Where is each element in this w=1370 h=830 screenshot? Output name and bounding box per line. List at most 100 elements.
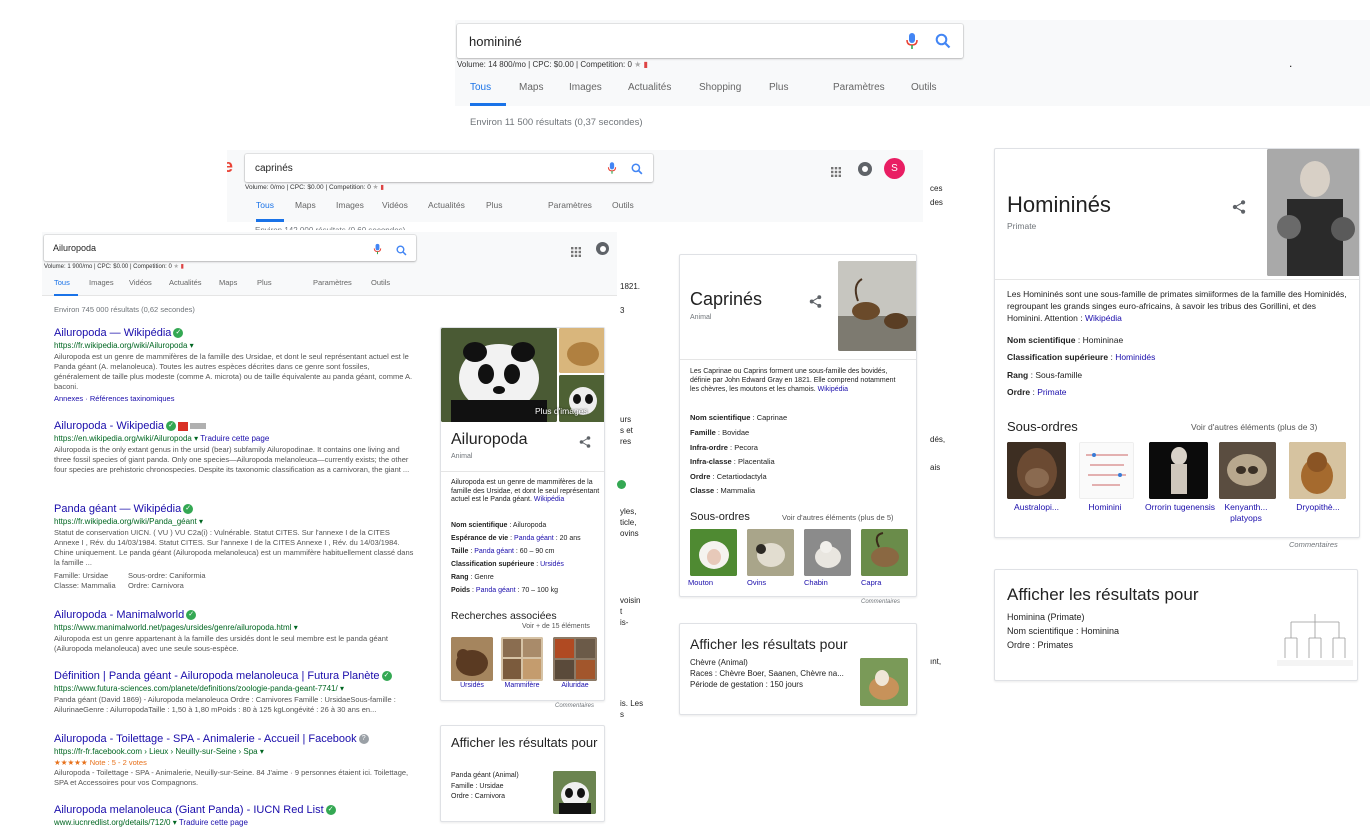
- search-box[interactable]: Ailuropoda: [44, 235, 416, 261]
- caret-down-icon[interactable]: ▾: [199, 517, 203, 526]
- search-input[interactable]: homininé: [469, 34, 905, 49]
- tab-images[interactable]: Images: [89, 278, 119, 296]
- panda-thumb-image[interactable]: [553, 771, 596, 814]
- result-fact[interactable]: Sous-ordre: Caniformia: [128, 571, 206, 580]
- tab-tous[interactable]: Tous: [256, 200, 284, 222]
- chabin-image[interactable]: [804, 529, 851, 576]
- sub-orders-more-link[interactable]: Voir d'autres éléments (plus de 3): [1191, 422, 1317, 432]
- result-title[interactable]: Ailuropoda - Manimalworld: [54, 609, 184, 621]
- see-results-item-link[interactable]: Chèvre (Animal): [690, 658, 748, 667]
- result-url[interactable]: https://www.manimalworld.net/pages/ursid…: [54, 623, 291, 632]
- see-results-item-link[interactable]: Panda géant (Animal): [451, 772, 519, 779]
- tab-outils[interactable]: Outils: [371, 278, 390, 296]
- caret-down-icon[interactable]: ▾: [173, 818, 177, 827]
- tab-outils[interactable]: Outils: [612, 200, 634, 222]
- caret-down-icon[interactable]: ▾: [190, 341, 194, 350]
- result-url[interactable]: www.iucnredlist.org/details/712/0: [54, 818, 171, 827]
- trash-icon[interactable]: ▮: [181, 264, 184, 270]
- microphone-icon[interactable]: [607, 161, 617, 175]
- caret-down-icon[interactable]: ▾: [260, 747, 264, 756]
- sub-order-label[interactable]: Dryopithè...: [1286, 502, 1350, 512]
- tab-maps[interactable]: Maps: [519, 82, 557, 106]
- more-images-link[interactable]: Plus d'images: [535, 406, 588, 416]
- tab-actualites[interactable]: Actualités: [169, 278, 209, 296]
- result-fact[interactable]: Famille: Ursidae: [54, 571, 128, 580]
- tab-parametres[interactable]: Paramètres: [833, 82, 897, 106]
- kenyanthropus-image[interactable]: [1219, 442, 1276, 499]
- search-box[interactable]: caprinés: [245, 154, 653, 182]
- tab-plus[interactable]: Plus: [769, 82, 799, 106]
- sub-order-label[interactable]: Orrorin tugenensis: [1145, 502, 1215, 513]
- result-title[interactable]: Ailuropoda - Wikipedia: [54, 420, 164, 432]
- result-fact[interactable]: Ordre: Carnivora: [128, 581, 184, 590]
- tab-outils[interactable]: Outils: [911, 82, 937, 106]
- result-title[interactable]: Ailuropoda - Toilettage - SPA - Animaler…: [54, 733, 357, 745]
- goat-image[interactable]: [860, 658, 908, 706]
- search-icon[interactable]: [935, 33, 951, 49]
- sub-order-label[interactable]: Capra: [861, 578, 889, 587]
- microphone-icon[interactable]: [373, 242, 382, 255]
- tab-maps[interactable]: Maps: [295, 200, 325, 222]
- trash-icon[interactable]: ▮: [380, 184, 384, 191]
- star-icon[interactable]: ★: [634, 60, 641, 69]
- tab-parametres[interactable]: Paramètres: [548, 200, 602, 222]
- result-url[interactable]: https://fr-fr.facebook.com › Lieux › Neu…: [54, 747, 258, 756]
- tab-shopping[interactable]: Shopping: [699, 82, 757, 106]
- star-icon[interactable]: ★: [174, 264, 179, 270]
- sub-orders-more-link[interactable]: Voir d'autres éléments (plus de 5): [782, 513, 894, 522]
- related-mammifere-image[interactable]: [501, 637, 543, 681]
- see-results-item-link[interactable]: Hominina (Primate): [1007, 612, 1085, 622]
- mouton-image[interactable]: [690, 529, 737, 576]
- related-label[interactable]: Mammifère: [499, 682, 545, 689]
- caret-down-icon[interactable]: ▾: [294, 623, 298, 632]
- translate-link[interactable]: Traduire cette page: [179, 818, 248, 827]
- ovins-image[interactable]: [747, 529, 794, 576]
- caret-down-icon[interactable]: ▾: [340, 684, 344, 693]
- wikipedia-link[interactable]: Wikipédia: [1085, 313, 1122, 323]
- tab-tous[interactable]: Tous: [470, 82, 506, 106]
- tab-images[interactable]: Images: [336, 200, 372, 222]
- star-icon[interactable]: ★: [373, 184, 379, 191]
- tab-parametres[interactable]: Paramètres: [313, 278, 361, 296]
- panda-thumb-image[interactable]: [559, 328, 604, 373]
- hominini-image[interactable]: [1079, 442, 1134, 499]
- search-icon[interactable]: [631, 162, 643, 175]
- search-input[interactable]: caprinés: [255, 163, 607, 174]
- tab-maps[interactable]: Maps: [219, 278, 243, 296]
- notifications-icon[interactable]: [596, 242, 609, 255]
- microphone-icon[interactable]: [905, 32, 919, 50]
- result-title[interactable]: Définition | Panda géant - Ailuropoda me…: [54, 670, 380, 682]
- feedback-link[interactable]: Commentaires: [861, 599, 900, 605]
- phylogeny-tree-image[interactable]: [1277, 608, 1353, 670]
- sub-order-label[interactable]: Chabin: [804, 578, 836, 587]
- result-sitelinks[interactable]: Annexes · Références taxinomiques: [54, 394, 414, 403]
- wikipedia-link[interactable]: Wikipédia: [818, 386, 848, 393]
- tab-videos[interactable]: Vidéos: [129, 278, 159, 296]
- hominine-photo-image[interactable]: [1267, 149, 1359, 276]
- search-box[interactable]: homininé: [457, 24, 963, 58]
- search-icon[interactable]: [396, 243, 407, 256]
- result-title[interactable]: Panda géant — Wikipédia: [54, 503, 181, 515]
- orrorin-image[interactable]: [1149, 442, 1208, 499]
- tab-images[interactable]: Images: [569, 82, 617, 106]
- share-icon[interactable]: [809, 295, 823, 309]
- tab-plus[interactable]: Plus: [257, 278, 277, 296]
- avatar[interactable]: S: [884, 158, 905, 179]
- related-more-link[interactable]: Voir + de 15 éléments: [522, 623, 590, 630]
- related-label[interactable]: Ailuridae: [553, 682, 597, 689]
- sub-order-label[interactable]: Australopi...: [1007, 502, 1066, 512]
- tab-videos[interactable]: Vidéos: [382, 200, 418, 222]
- result-title[interactable]: Ailuropoda melanoleuca (Giant Panda) - I…: [54, 804, 324, 816]
- caret-down-icon[interactable]: ▾: [194, 434, 198, 443]
- feedback-link[interactable]: Commentaires: [555, 703, 594, 709]
- share-icon[interactable]: [1232, 200, 1246, 214]
- ibex-image[interactable]: [838, 261, 916, 351]
- apps-grid-icon[interactable]: [831, 164, 841, 177]
- search-input[interactable]: Ailuropoda: [53, 243, 373, 253]
- translate-link[interactable]: Traduire cette page: [200, 434, 269, 443]
- tab-actualites[interactable]: Actualités: [428, 200, 476, 222]
- apps-grid-icon[interactable]: [571, 244, 581, 257]
- tab-tous[interactable]: Tous: [54, 278, 78, 296]
- notifications-icon[interactable]: [858, 162, 872, 176]
- result-url[interactable]: https://en.wikipedia.org/wiki/Ailuropoda: [54, 434, 192, 443]
